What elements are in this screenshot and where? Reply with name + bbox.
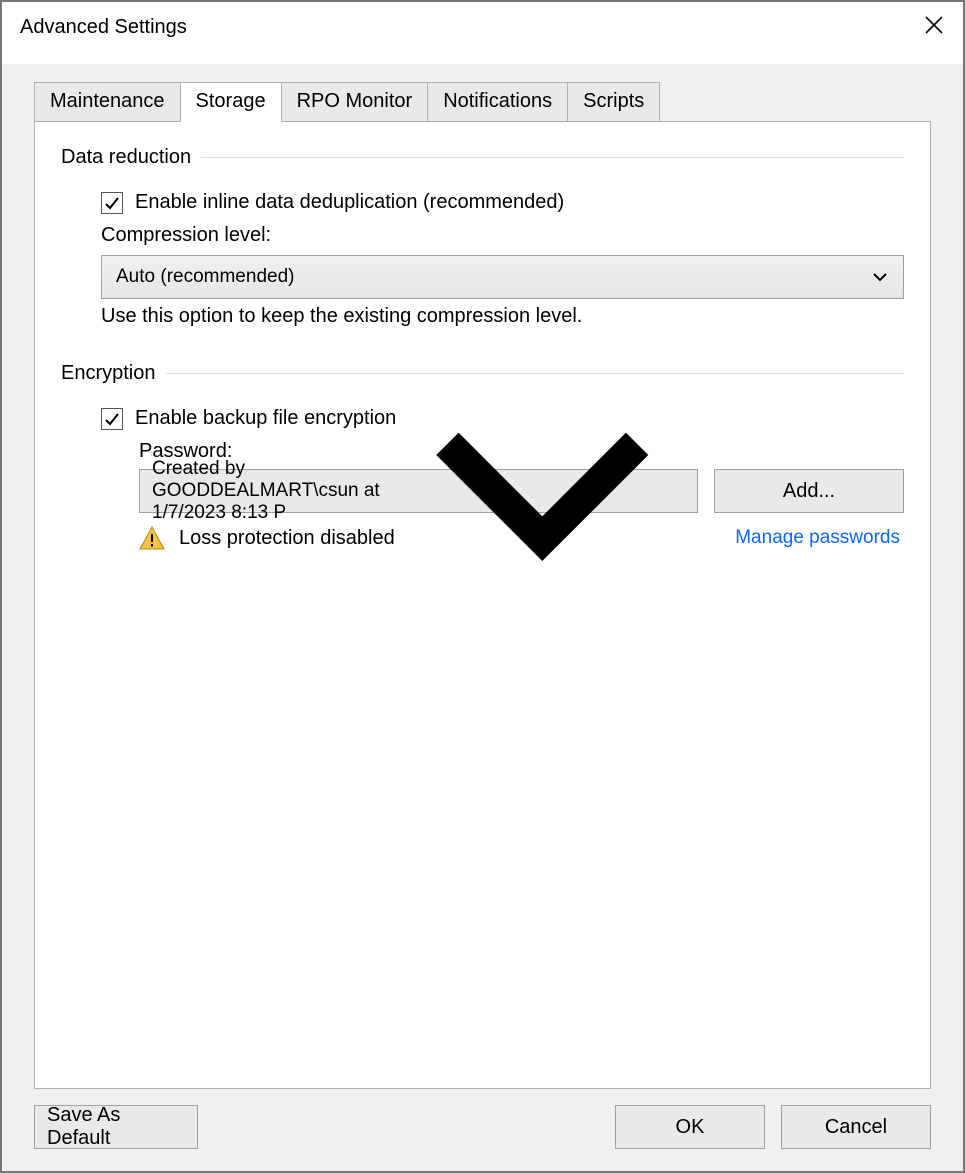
divider bbox=[201, 157, 904, 158]
chevron-down-icon bbox=[871, 268, 889, 286]
window-title: Advanced Settings bbox=[20, 16, 187, 39]
compression-label: Compression level: bbox=[101, 224, 904, 247]
close-icon bbox=[924, 15, 944, 35]
ok-button[interactable]: OK bbox=[615, 1105, 765, 1149]
tab-panel-storage: Data reduction Enable inline data dedupl… bbox=[34, 121, 931, 1089]
encryption-legend: Encryption bbox=[61, 362, 166, 385]
save-as-default-button[interactable]: Save As Default bbox=[34, 1105, 198, 1149]
password-value: Created by GOODDEALMART\csun at 1/7/2023… bbox=[152, 458, 400, 524]
chevron-down-icon bbox=[400, 349, 685, 634]
tab-notifications[interactable]: Notifications bbox=[427, 82, 568, 122]
loss-protection-warning: Loss protection disabled bbox=[179, 527, 395, 550]
data-reduction-legend: Data reduction bbox=[61, 146, 201, 169]
manage-passwords-link[interactable]: Manage passwords bbox=[735, 527, 904, 549]
warning-icon bbox=[139, 525, 165, 551]
compression-hint: Use this option to keep the existing com… bbox=[101, 303, 904, 328]
checkmark-icon bbox=[104, 411, 120, 427]
tab-row: Maintenance Storage RPO Monitor Notifica… bbox=[34, 82, 931, 122]
dedup-checkbox[interactable] bbox=[101, 192, 123, 214]
tab-rpo-monitor[interactable]: RPO Monitor bbox=[281, 82, 429, 122]
dedup-label: Enable inline data deduplication (recomm… bbox=[135, 191, 564, 214]
tab-storage[interactable]: Storage bbox=[180, 82, 282, 122]
checkmark-icon bbox=[104, 195, 120, 211]
encryption-enable-label: Enable backup file encryption bbox=[135, 407, 396, 430]
cancel-button[interactable]: Cancel bbox=[781, 1105, 931, 1149]
compression-value: Auto (recommended) bbox=[116, 266, 294, 288]
encryption-checkbox[interactable] bbox=[101, 408, 123, 430]
tab-maintenance[interactable]: Maintenance bbox=[34, 82, 181, 122]
add-password-button[interactable]: Add... bbox=[714, 469, 904, 513]
tab-scripts[interactable]: Scripts bbox=[567, 82, 660, 122]
password-select[interactable]: Created by GOODDEALMART\csun at 1/7/2023… bbox=[139, 469, 698, 513]
compression-select[interactable]: Auto (recommended) bbox=[101, 255, 904, 299]
close-button[interactable] bbox=[917, 8, 951, 42]
